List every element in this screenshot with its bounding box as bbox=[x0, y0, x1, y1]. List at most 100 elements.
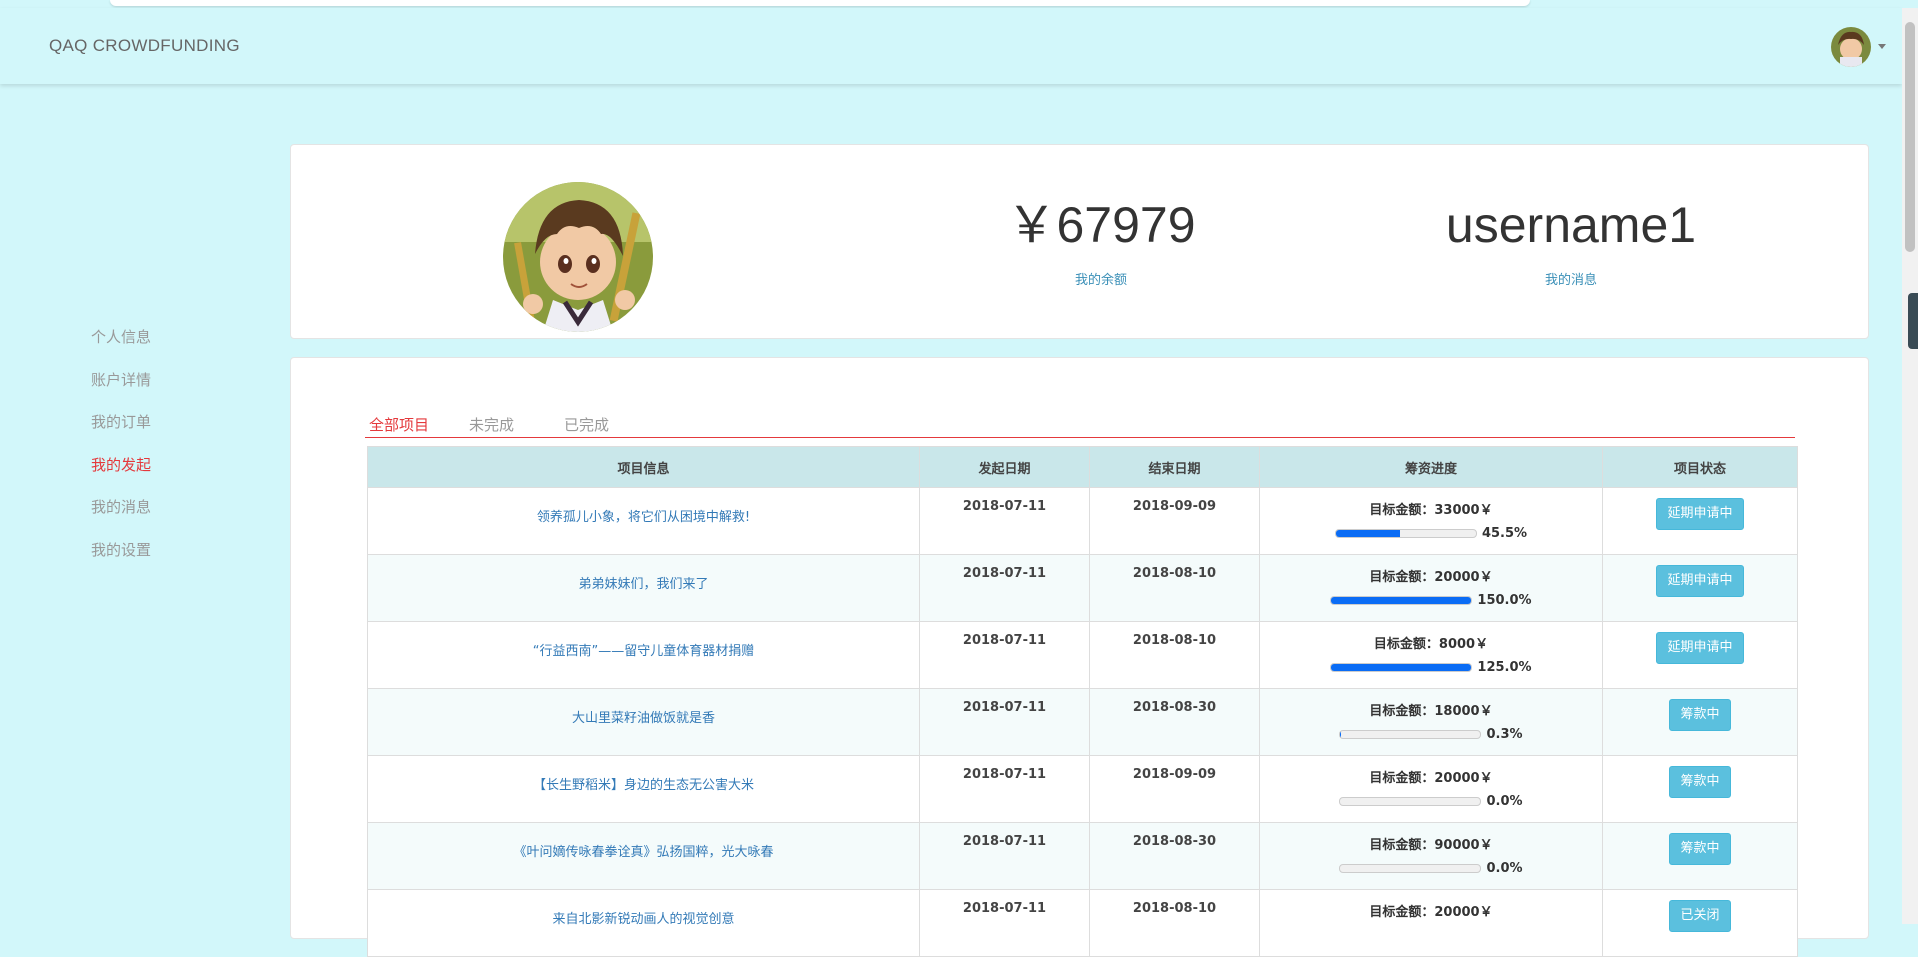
cell-funding-progress: 目标金额：8000￥ 125.0% bbox=[1260, 622, 1603, 689]
progress-percent: 0.3% bbox=[1486, 727, 1522, 742]
side-widget-tab[interactable] bbox=[1908, 293, 1918, 349]
progress-row: 0.0% bbox=[1260, 794, 1602, 809]
status-button[interactable]: 筹款中 bbox=[1669, 766, 1730, 798]
end-date: 2018-09-09 bbox=[1090, 499, 1259, 514]
scrollbar-thumb[interactable] bbox=[1905, 22, 1915, 252]
progress-fill bbox=[1336, 530, 1400, 537]
status-button[interactable]: 延期申请中 bbox=[1656, 632, 1743, 664]
brand-logo-text[interactable]: QAQ CROWDFUNDING bbox=[49, 36, 240, 56]
table-row: 弟弟妹妹们，我们来了2018-07-112018-08-10目标金额：20000… bbox=[368, 555, 1798, 622]
project-title-link[interactable]: 弟弟妹妹们，我们来了 bbox=[368, 573, 919, 592]
start-date: 2018-07-11 bbox=[920, 901, 1089, 916]
progress-bar bbox=[1335, 529, 1477, 538]
sidebar-item-personal-info[interactable]: 个人信息 bbox=[91, 326, 151, 369]
progress-row: 125.0% bbox=[1260, 660, 1602, 675]
end-date: 2018-09-09 bbox=[1090, 767, 1259, 782]
cell-project-status: 筹款中 bbox=[1603, 823, 1798, 890]
address-bar-edge bbox=[110, 0, 1530, 6]
sidebar-item-my-settings[interactable]: 我的设置 bbox=[91, 539, 151, 582]
progress-percent: 125.0% bbox=[1477, 660, 1531, 675]
start-date: 2018-07-11 bbox=[920, 566, 1089, 581]
table-header-row: 项目信息 发起日期 结束日期 筹资进度 项目状态 bbox=[368, 447, 1798, 488]
goal-amount: 目标金额：90000￥ bbox=[1260, 834, 1602, 853]
profile-avatar[interactable] bbox=[503, 182, 653, 332]
progress-row: 150.0% bbox=[1260, 593, 1602, 608]
goal-amount: 目标金额：20000￥ bbox=[1260, 566, 1602, 585]
end-date: 2018-08-10 bbox=[1090, 633, 1259, 648]
project-title-link[interactable]: 【长生野稻米】身边的生态无公害大米 bbox=[368, 774, 919, 793]
sidebar-item-my-messages[interactable]: 我的消息 bbox=[91, 496, 151, 539]
status-button[interactable]: 筹款中 bbox=[1669, 699, 1730, 731]
cell-project-info: 来自北影新锐动画人的视觉创意 bbox=[368, 890, 920, 957]
status-button[interactable]: 已关闭 bbox=[1669, 900, 1730, 932]
cell-project-info: 弟弟妹妹们，我们来了 bbox=[368, 555, 920, 622]
end-date: 2018-08-30 bbox=[1090, 834, 1259, 849]
balance-label[interactable]: 我的余额 bbox=[951, 269, 1251, 288]
tab-unfinished[interactable]: 未完成 bbox=[469, 414, 514, 435]
tab-all-projects[interactable]: 全部项目 bbox=[369, 414, 429, 435]
cell-funding-progress: 目标金额：20000￥ bbox=[1260, 890, 1603, 957]
progress-row: 45.5% bbox=[1260, 526, 1602, 541]
progress-percent: 0.0% bbox=[1486, 794, 1522, 809]
status-button[interactable]: 筹款中 bbox=[1669, 833, 1730, 865]
cell-project-info: 领养孤儿小象，将它们从困境中解救! bbox=[368, 488, 920, 555]
cell-start-date: 2018-07-11 bbox=[920, 555, 1090, 622]
progress-bar bbox=[1330, 663, 1472, 672]
cell-project-info: 《叶问嫡传咏春拳诠真》弘扬国粹，光大咏春 bbox=[368, 823, 920, 890]
start-date: 2018-07-11 bbox=[920, 499, 1089, 514]
cell-project-status: 延期申请中 bbox=[1603, 555, 1798, 622]
cell-start-date: 2018-07-11 bbox=[920, 622, 1090, 689]
cell-project-status: 延期申请中 bbox=[1603, 622, 1798, 689]
project-title-link[interactable]: 领养孤儿小象，将它们从困境中解救! bbox=[368, 506, 919, 525]
cell-project-info: 【长生野稻米】身边的生态无公害大米 bbox=[368, 756, 920, 823]
cell-end-date: 2018-09-09 bbox=[1090, 488, 1260, 555]
navbar: QAQ CROWDFUNDING bbox=[0, 8, 1902, 84]
goal-amount: 目标金额：8000￥ bbox=[1260, 633, 1602, 652]
chevron-down-icon[interactable] bbox=[1878, 44, 1886, 49]
start-date: 2018-07-11 bbox=[920, 767, 1089, 782]
progress-bar bbox=[1339, 864, 1481, 873]
cell-funding-progress: 目标金额：90000￥ 0.0% bbox=[1260, 823, 1603, 890]
end-date: 2018-08-10 bbox=[1090, 566, 1259, 581]
project-title-link[interactable]: 《叶问嫡传咏春拳诠真》弘扬国粹，光大咏春 bbox=[368, 841, 919, 860]
project-title-link[interactable]: 来自北影新锐动画人的视觉创意 bbox=[368, 908, 919, 927]
progress-bar bbox=[1330, 596, 1472, 605]
status-button[interactable]: 延期申请中 bbox=[1656, 498, 1743, 530]
status-button[interactable]: 延期申请中 bbox=[1656, 565, 1743, 597]
progress-fill bbox=[1331, 597, 1471, 604]
balance-stat: ￥67979 我的余额 bbox=[951, 195, 1251, 288]
start-date: 2018-07-11 bbox=[920, 834, 1089, 849]
header-project-status: 项目状态 bbox=[1603, 447, 1798, 488]
messages-label[interactable]: 我的消息 bbox=[1421, 269, 1721, 288]
sidebar-item-my-projects[interactable]: 我的发起 bbox=[91, 454, 151, 497]
table-row: 领养孤儿小象，将它们从困境中解救!2018-07-112018-09-09目标金… bbox=[368, 488, 1798, 555]
start-date: 2018-07-11 bbox=[920, 633, 1089, 648]
sidebar-item-account-details[interactable]: 账户详情 bbox=[91, 369, 151, 412]
sidebar-item-my-orders[interactable]: 我的订单 bbox=[91, 411, 151, 454]
start-date: 2018-07-11 bbox=[920, 700, 1089, 715]
user-avatar[interactable] bbox=[1831, 27, 1871, 67]
goal-amount: 目标金额：33000￥ bbox=[1260, 499, 1602, 518]
cell-start-date: 2018-07-11 bbox=[920, 488, 1090, 555]
scrollbar[interactable] bbox=[1902, 8, 1918, 924]
cell-end-date: 2018-08-30 bbox=[1090, 823, 1260, 890]
table-row: “行益西南”——留守儿童体育器材捐赠2018-07-112018-08-10目标… bbox=[368, 622, 1798, 689]
cell-funding-progress: 目标金额：18000￥0.3% bbox=[1260, 689, 1603, 756]
progress-bar bbox=[1339, 797, 1481, 806]
progress-percent: 45.5% bbox=[1482, 526, 1527, 541]
project-title-link[interactable]: “行益西南”——留守儿童体育器材捐赠 bbox=[368, 640, 919, 659]
tab-finished[interactable]: 已完成 bbox=[564, 414, 609, 435]
progress-row: 0.0% bbox=[1260, 861, 1602, 876]
header-funding-progress: 筹资进度 bbox=[1260, 447, 1603, 488]
cell-project-info: 大山里菜籽油做饭就是香 bbox=[368, 689, 920, 756]
project-title-link[interactable]: 大山里菜籽油做饭就是香 bbox=[368, 707, 919, 726]
cell-project-status: 延期申请中 bbox=[1603, 488, 1798, 555]
end-date: 2018-08-30 bbox=[1090, 700, 1259, 715]
cell-end-date: 2018-08-30 bbox=[1090, 689, 1260, 756]
table-row: 来自北影新锐动画人的视觉创意2018-07-112018-08-10目标金额：2… bbox=[368, 890, 1798, 957]
cell-start-date: 2018-07-11 bbox=[920, 756, 1090, 823]
progress-bar bbox=[1339, 730, 1481, 739]
project-tabs: 全部项目 未完成 已完成 bbox=[365, 414, 1795, 438]
cell-funding-progress: 目标金额：20000￥ 150.0% bbox=[1260, 555, 1603, 622]
projects-panel: 全部项目 未完成 已完成 项目信息 发起日期 结束日期 筹资进度 项目状态 领养… bbox=[290, 357, 1869, 939]
